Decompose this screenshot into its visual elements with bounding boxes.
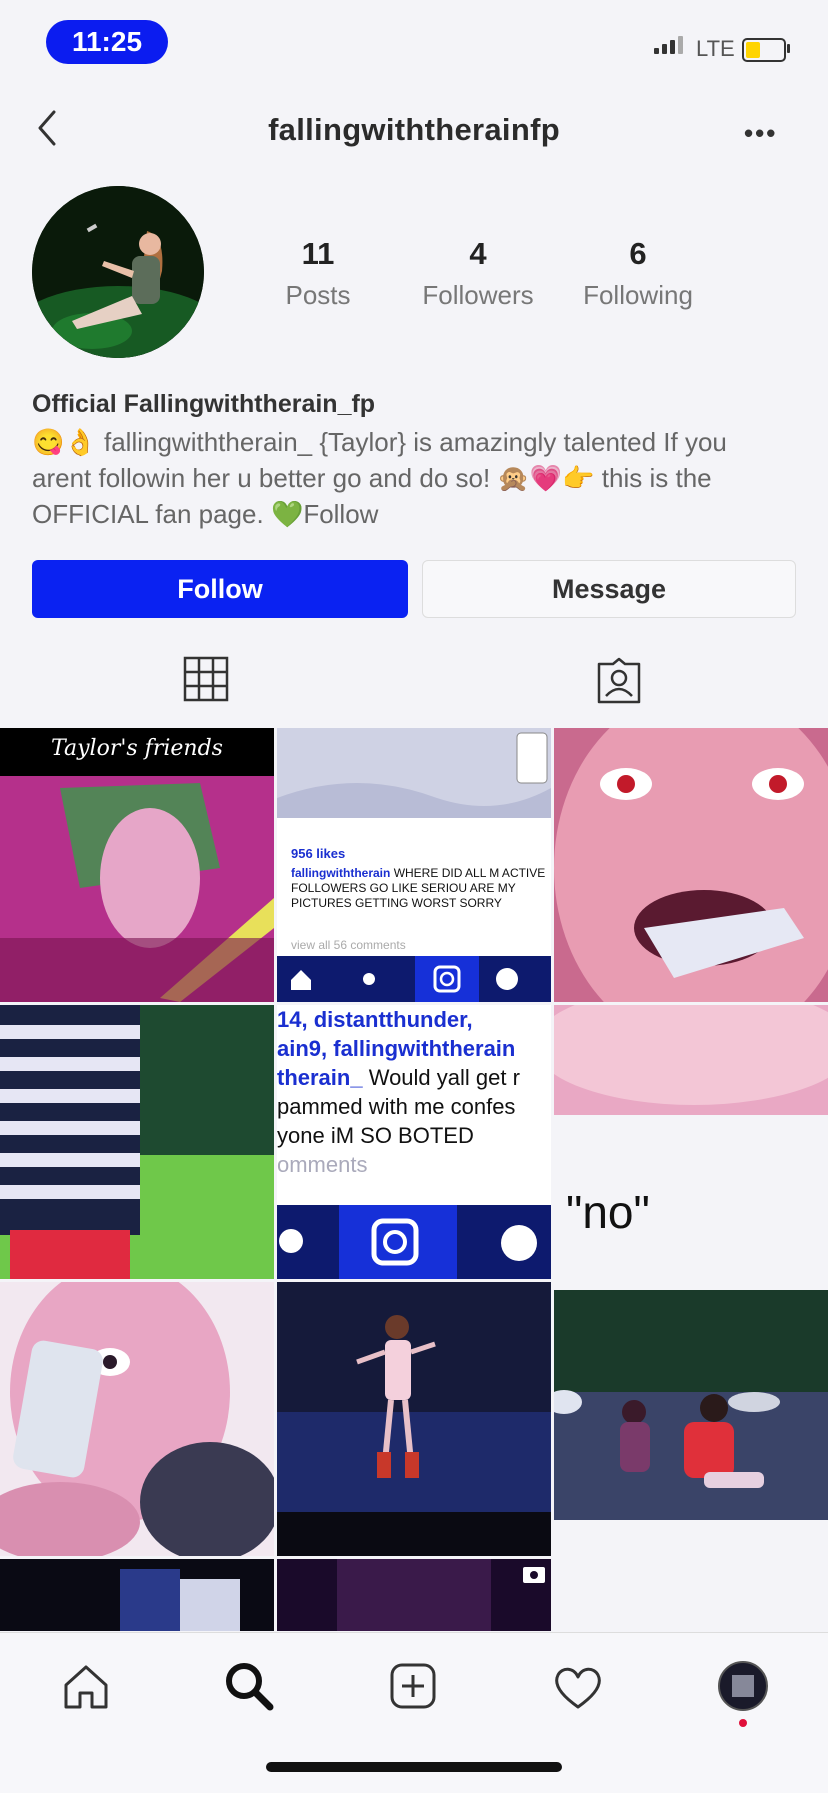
stat-following[interactable]: 6 Following <box>558 236 718 311</box>
post-thumbnail[interactable] <box>0 1005 274 1279</box>
network-label: LTE <box>696 36 735 61</box>
posts-label: Posts <box>285 280 351 310</box>
following-count: 6 <box>629 236 647 271</box>
post-thumbnail[interactable]: "no" <box>554 1005 828 1279</box>
post-mentions: ain9, fallingwiththerain <box>277 1036 516 1061</box>
post-thumbnail[interactable]: 956 likes fallingwiththerain WHERE DID A… <box>277 728 551 1002</box>
post-caption: "no" <box>566 1186 650 1238</box>
post-thumbnail[interactable]: 14, distantthunder, ain9, fallingwiththe… <box>277 1005 551 1279</box>
post-mentions: 14, distantthunder, <box>277 1007 473 1032</box>
stat-posts[interactable]: 11 Posts <box>238 236 398 311</box>
follow-button[interactable]: Follow <box>32 560 408 618</box>
post-thumbnail[interactable] <box>554 1282 828 1556</box>
grid-view-icon[interactable] <box>182 655 230 703</box>
battery-icon <box>742 38 786 62</box>
post-likes: 956 likes <box>291 846 346 861</box>
followers-count: 4 <box>469 236 487 271</box>
notification-dot <box>739 1719 747 1727</box>
post-user: fallingwiththerain <box>291 866 391 880</box>
search-icon[interactable] <box>222 1659 276 1713</box>
tagged-photos-icon[interactable] <box>594 656 644 706</box>
bio: 😋👌 fallingwiththerain_ {Taylor} is amazi… <box>32 424 792 532</box>
post-caption: Would yall get r <box>362 1065 520 1090</box>
post-caption: pammed with me confes <box>277 1094 516 1119</box>
profile-username: fallingwiththerainfp <box>268 112 560 147</box>
message-button[interactable]: Message <box>422 560 796 618</box>
post-text-block: fallingwiththerain WHERE DID ALL M ACTIV… <box>291 866 549 911</box>
post-caption: Taylor's friends <box>51 736 223 761</box>
post-user: therain_ <box>277 1065 363 1090</box>
battery-nub <box>787 44 790 53</box>
profile-avatar[interactable] <box>32 186 204 358</box>
post-thumbnail[interactable] <box>0 1282 274 1556</box>
home-indicator <box>266 1762 562 1772</box>
bio-emoji: 💚 <box>270 499 304 529</box>
bio-text: Follow <box>303 499 379 529</box>
home-icon[interactable] <box>60 1661 112 1713</box>
status-time: 11:25 <box>46 20 168 64</box>
post-text-block: 14, distantthunder, ain9, fallingwiththe… <box>277 1005 551 1179</box>
more-options-icon[interactable]: ••• <box>744 118 777 149</box>
heart-icon[interactable] <box>552 1663 604 1711</box>
display-name: Official Fallingwiththerain_fp <box>32 390 376 418</box>
post-comments: view all 56 comments <box>291 938 406 952</box>
post-comments: omments <box>277 1152 368 1177</box>
signal-icon <box>654 36 683 54</box>
post-thumbnail[interactable] <box>277 1559 551 1631</box>
post-thumbnail[interactable]: Taylor's friends <box>0 728 274 1002</box>
stat-followers[interactable]: 4 Followers <box>398 236 558 311</box>
bio-emoji: 🙊💗👉 <box>497 463 595 493</box>
post-thumbnail[interactable] <box>277 1282 551 1556</box>
post-caption: yone iM SO BOTED <box>277 1123 474 1148</box>
post-thumbnail[interactable] <box>0 1559 274 1631</box>
profile-avatar-icon[interactable] <box>716 1659 770 1713</box>
followers-label: Followers <box>422 280 534 310</box>
posts-count: 11 <box>301 236 335 271</box>
following-label: Following <box>583 280 693 310</box>
bio-emoji: 😋👌 <box>32 427 97 457</box>
add-post-icon[interactable] <box>388 1661 438 1711</box>
post-thumbnail[interactable] <box>554 728 828 1002</box>
